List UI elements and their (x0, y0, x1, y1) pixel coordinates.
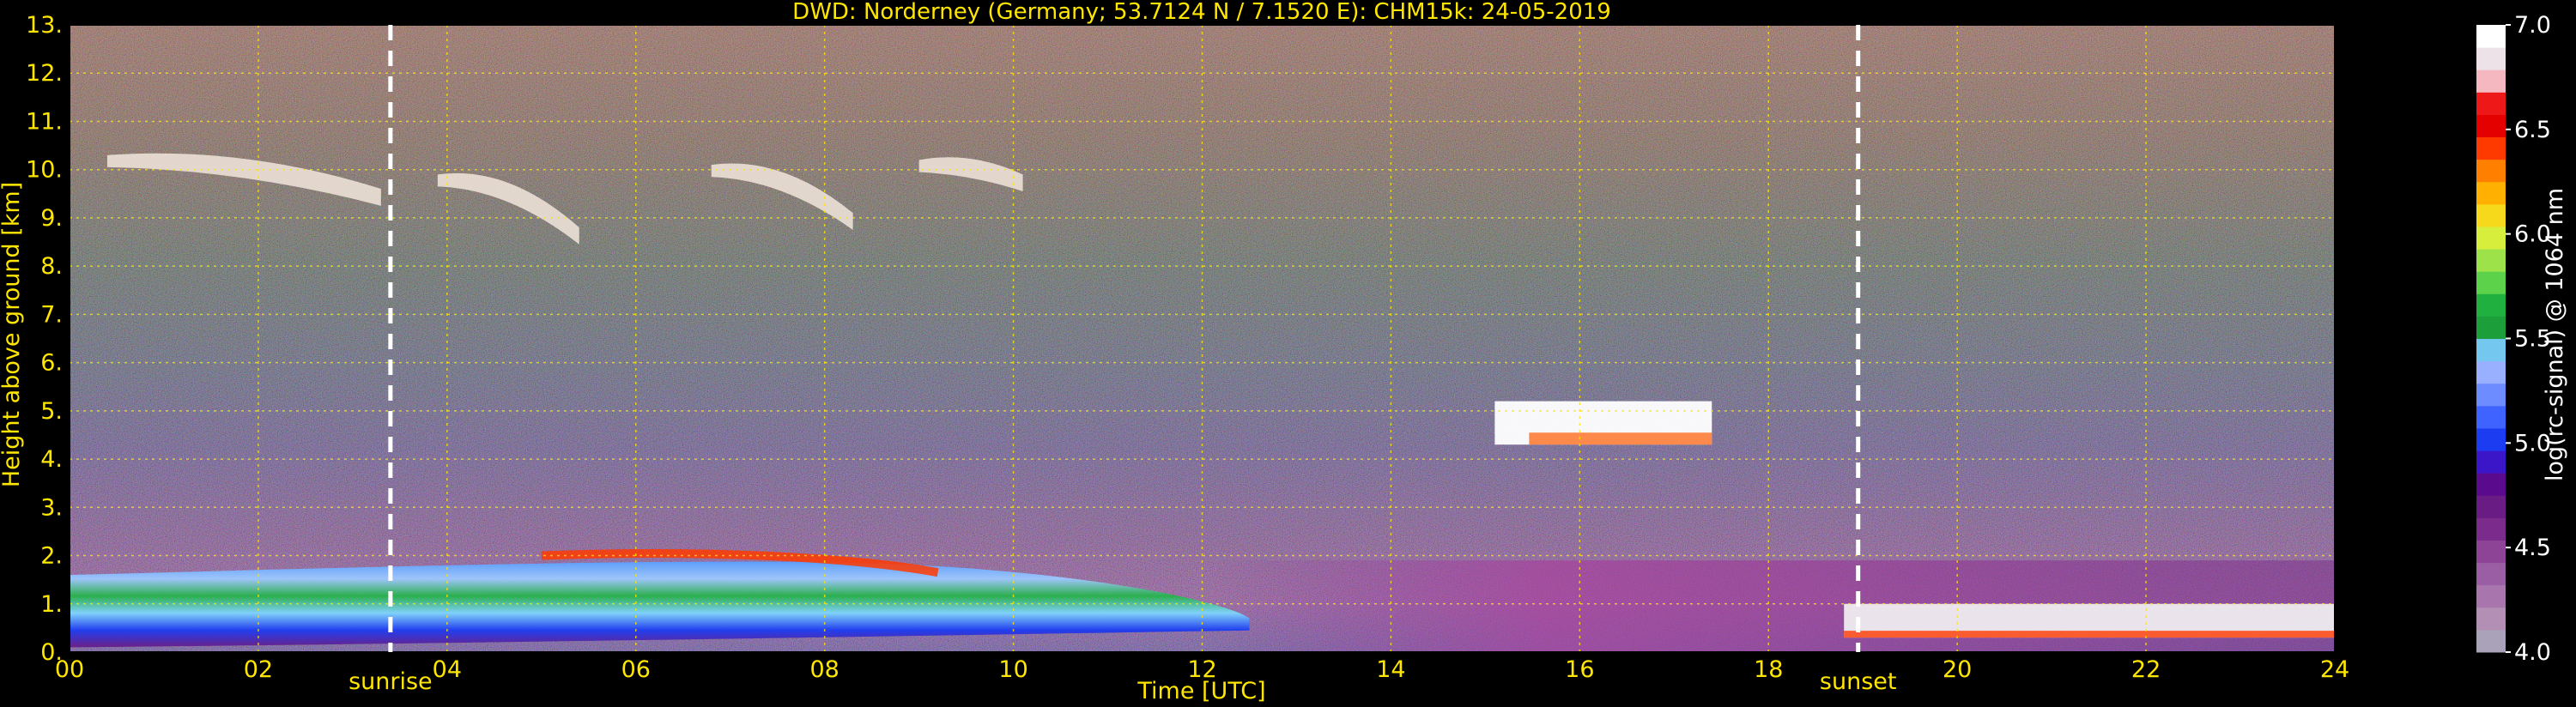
y-tick-label-8: 8. (40, 253, 63, 280)
colorbar-segment-10 (2476, 405, 2506, 429)
y-tick-label-10: 10. (26, 157, 63, 184)
colorbar-tick-label-4.0: 4.0 (2514, 639, 2551, 666)
colorbar-segment-15 (2476, 293, 2506, 317)
colorbar-segment-4 (2476, 540, 2506, 564)
colorbar-segment-21 (2476, 159, 2506, 183)
colorbar-segment-16 (2476, 271, 2506, 294)
x-tick-label-20: 20 (1943, 656, 1972, 683)
y-tick-label-1: 1. (40, 591, 63, 618)
colorbar-label: log(rc-signal) @ 1064 nm (2542, 188, 2568, 481)
x-tick-label-16: 16 (1565, 656, 1594, 683)
colorbar-segment-26 (2476, 47, 2506, 70)
marker-label-sunrise: sunrise (349, 668, 433, 695)
x-tick-label-10: 10 (998, 656, 1027, 683)
ceilometer-figure: 00 02 04 06 08 10 12 14 16 18 20 22 240.1.2.3.4.5.6.… (0, 0, 2568, 704)
colorbar-segment-11 (2476, 383, 2506, 407)
colorbar-segment-8 (2476, 450, 2506, 474)
y-tick-label-4: 4. (40, 446, 63, 473)
y-tick-label-12: 12. (26, 60, 63, 87)
colorbar-segment-9 (2476, 427, 2506, 451)
x-tick-label-02: 02 (244, 656, 273, 683)
colorbar-segment-12 (2476, 360, 2506, 384)
feature-cloud-base (1529, 432, 1712, 445)
y-tick-label-7: 7. (40, 301, 63, 328)
x-tick-label-22: 22 (2131, 656, 2161, 683)
colorbar-segment-13 (2476, 338, 2506, 362)
colorbar-tick-label-6.5: 6.5 (2514, 117, 2551, 143)
colorbar-segment-20 (2476, 181, 2506, 205)
colorbar-tick-label-4.5: 4.5 (2514, 535, 2551, 561)
colorbar: 4.04.55.05.56.06.57.0 (2476, 12, 2551, 666)
heatmap-noise (70, 25, 2335, 652)
y-tick-label-2: 2. (40, 543, 63, 570)
y-tick-label-11: 11. (26, 108, 63, 135)
colorbar-segment-14 (2476, 316, 2506, 339)
marker-label-sunset: sunset (1820, 668, 1897, 695)
chart-title: DWD: Norderney (Germany; 53.7124 N / 7.1… (792, 0, 1611, 25)
colorbar-segment-1 (2476, 607, 2506, 631)
colorbar-tick-label-7.0: 7.0 (2514, 12, 2551, 39)
colorbar-segment-2 (2476, 584, 2506, 608)
x-tick-label-08: 08 (809, 656, 839, 683)
colorbar-segment-18 (2476, 226, 2506, 250)
colorbar-segment-25 (2476, 69, 2506, 93)
colorbar-segment-0 (2476, 629, 2506, 653)
colorbar-segment-7 (2476, 473, 2506, 496)
plot-area (70, 25, 2335, 652)
colorbar-segment-17 (2476, 249, 2506, 272)
x-tick-label-04: 04 (433, 656, 462, 683)
colorbar-segment-5 (2476, 517, 2506, 541)
x-tick-label-24: 24 (2320, 656, 2349, 683)
colorbar-segment-6 (2476, 495, 2506, 518)
y-tick-label-9: 9. (40, 205, 63, 232)
colorbar-segment-22 (2476, 136, 2506, 160)
colorbar-segment-27 (2476, 25, 2506, 48)
x-axis-label: Time [UTC] (1136, 678, 1265, 704)
y-tick-label-6: 6. (40, 350, 63, 377)
colorbar-segment-3 (2476, 562, 2506, 586)
x-tick-label-06: 06 (621, 656, 651, 683)
y-tick-label-13: 13. (26, 12, 63, 39)
colorbar-segment-19 (2476, 203, 2506, 227)
feature-low-cloud-base (1844, 631, 2335, 638)
colorbar-segment-24 (2476, 92, 2506, 115)
x-tick-label-18: 18 (1754, 656, 1783, 683)
colorbar-segment-23 (2476, 114, 2506, 138)
y-tick-label-5: 5. (40, 398, 63, 425)
y-tick-label-0: 0. (40, 639, 63, 666)
x-tick-label-14: 14 (1376, 656, 1405, 683)
y-axis-label: Height above ground [km] (0, 182, 25, 487)
y-tick-label-3: 3. (40, 494, 63, 521)
